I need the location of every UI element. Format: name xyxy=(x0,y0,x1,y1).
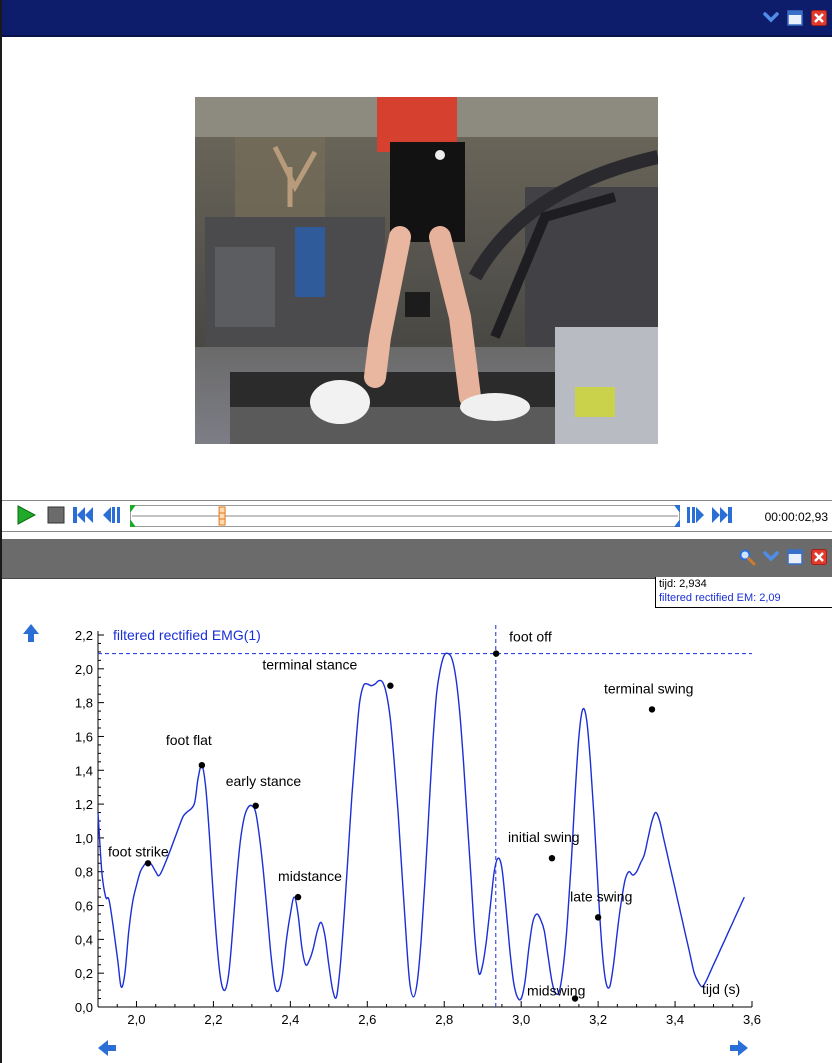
annotation-label: terminal stance xyxy=(262,657,357,673)
x-tick-label: 2,8 xyxy=(435,1012,453,1027)
series-layer xyxy=(97,652,745,1001)
maximize-icon[interactable] xyxy=(786,548,804,566)
annotation-point xyxy=(648,706,656,713)
series-legend-label: filtered rectified EMG(1) xyxy=(113,627,261,643)
chevron-down-icon[interactable] xyxy=(762,548,780,566)
annotation-label: early stance xyxy=(226,773,302,789)
chevron-down-icon[interactable] xyxy=(762,9,780,27)
scroll-up-icon[interactable] xyxy=(23,624,39,642)
timeline-thumb[interactable] xyxy=(218,506,226,526)
x-axis-label: tijd (s) xyxy=(702,981,740,997)
video-frame xyxy=(195,97,658,444)
y-tick-label: 1,8 xyxy=(75,696,93,711)
close-icon[interactable] xyxy=(810,9,828,27)
x-tick-label: 2,6 xyxy=(358,1012,376,1027)
step-forward-icon[interactable] xyxy=(685,505,705,525)
stop-icon[interactable] xyxy=(46,505,66,525)
play-icon[interactable] xyxy=(16,505,37,525)
step-back-icon[interactable] xyxy=(100,505,120,525)
annotation-point xyxy=(548,855,556,862)
x-tick-label: 2,4 xyxy=(281,1012,299,1027)
tooltip-time: tijd: 2,934 xyxy=(659,578,707,590)
annotation-point xyxy=(252,802,259,809)
chart-titlebar xyxy=(2,539,832,579)
close-icon[interactable] xyxy=(810,548,828,566)
y-tick-label: 0,8 xyxy=(75,865,93,880)
x-tick-label: 3,4 xyxy=(666,1012,684,1027)
annotation-label: initial swing xyxy=(508,829,580,845)
x-tick-label: 3,6 xyxy=(743,1012,761,1027)
chart-titlebar-icons xyxy=(738,548,828,566)
annotation-point xyxy=(594,914,602,921)
y-tick-label: 0,4 xyxy=(75,932,93,947)
annotation-label: late swing xyxy=(570,888,632,904)
video-titlebar xyxy=(2,0,832,37)
y-tick-label: 2,0 xyxy=(75,662,93,677)
x-tick-label: 2,2 xyxy=(204,1012,222,1027)
maximize-icon[interactable] xyxy=(786,9,804,27)
timecode: 00:00:02,93 xyxy=(764,510,828,524)
series-line xyxy=(97,652,745,1001)
timeline-slider[interactable] xyxy=(129,504,681,528)
zoom-icon[interactable] xyxy=(738,548,756,566)
emg-chart[interactable]: 0,0 0,2 0,4 0,6 0,8 1,0 1,2 1,4 1,6 1,8 2,0 2,2 2,0 2… xyxy=(0,608,832,1063)
scroll-left-icon[interactable] xyxy=(98,1040,116,1056)
annotation-label: midstance xyxy=(278,868,342,884)
y-tick-label: 0,0 xyxy=(75,1000,93,1015)
y-tick-label: 1,6 xyxy=(75,729,93,744)
annotation-point xyxy=(198,762,206,769)
annotation-label: foot flat xyxy=(166,732,212,748)
y-tick-label: 0,6 xyxy=(75,899,93,914)
y-tick-label: 1,0 xyxy=(75,831,93,846)
video-titlebar-icons xyxy=(762,9,828,27)
tooltip-value: filtered rectified EM: 2,09 xyxy=(659,592,781,604)
y-tick-label: 0,2 xyxy=(75,966,93,981)
y-tick-label: 1,2 xyxy=(75,797,93,812)
y-tick-label: 1,4 xyxy=(75,763,93,778)
playback-controls: 00:00:02,93 xyxy=(2,500,832,532)
annotation-label: midswing xyxy=(527,983,585,999)
skip-end-icon[interactable] xyxy=(711,505,732,525)
annotation-point xyxy=(294,893,302,901)
annotations-layer: foot strike foot flat early stance midstanc… xyxy=(108,629,693,1002)
annotation-point xyxy=(387,682,394,689)
skip-start-icon[interactable] xyxy=(72,505,93,525)
y-tick-label: 2,2 xyxy=(75,628,93,643)
x-tick-label: 3,2 xyxy=(589,1012,607,1027)
x-tick-label: 3,0 xyxy=(512,1012,530,1027)
video-panel: 00:00:02,93 xyxy=(0,0,832,536)
annotation-label: foot strike xyxy=(108,843,169,859)
annotation-point xyxy=(492,650,500,657)
x-tick-label: 2,0 xyxy=(127,1012,145,1027)
cursor-tooltip: tijd: 2,934 filtered rectified EM: 2,09 xyxy=(655,577,832,608)
annotation-label: terminal swing xyxy=(604,680,693,696)
scroll-right-icon[interactable] xyxy=(730,1040,748,1056)
annotation-label: foot off xyxy=(509,629,552,645)
video-image xyxy=(195,97,658,444)
annotation-point xyxy=(144,860,152,867)
